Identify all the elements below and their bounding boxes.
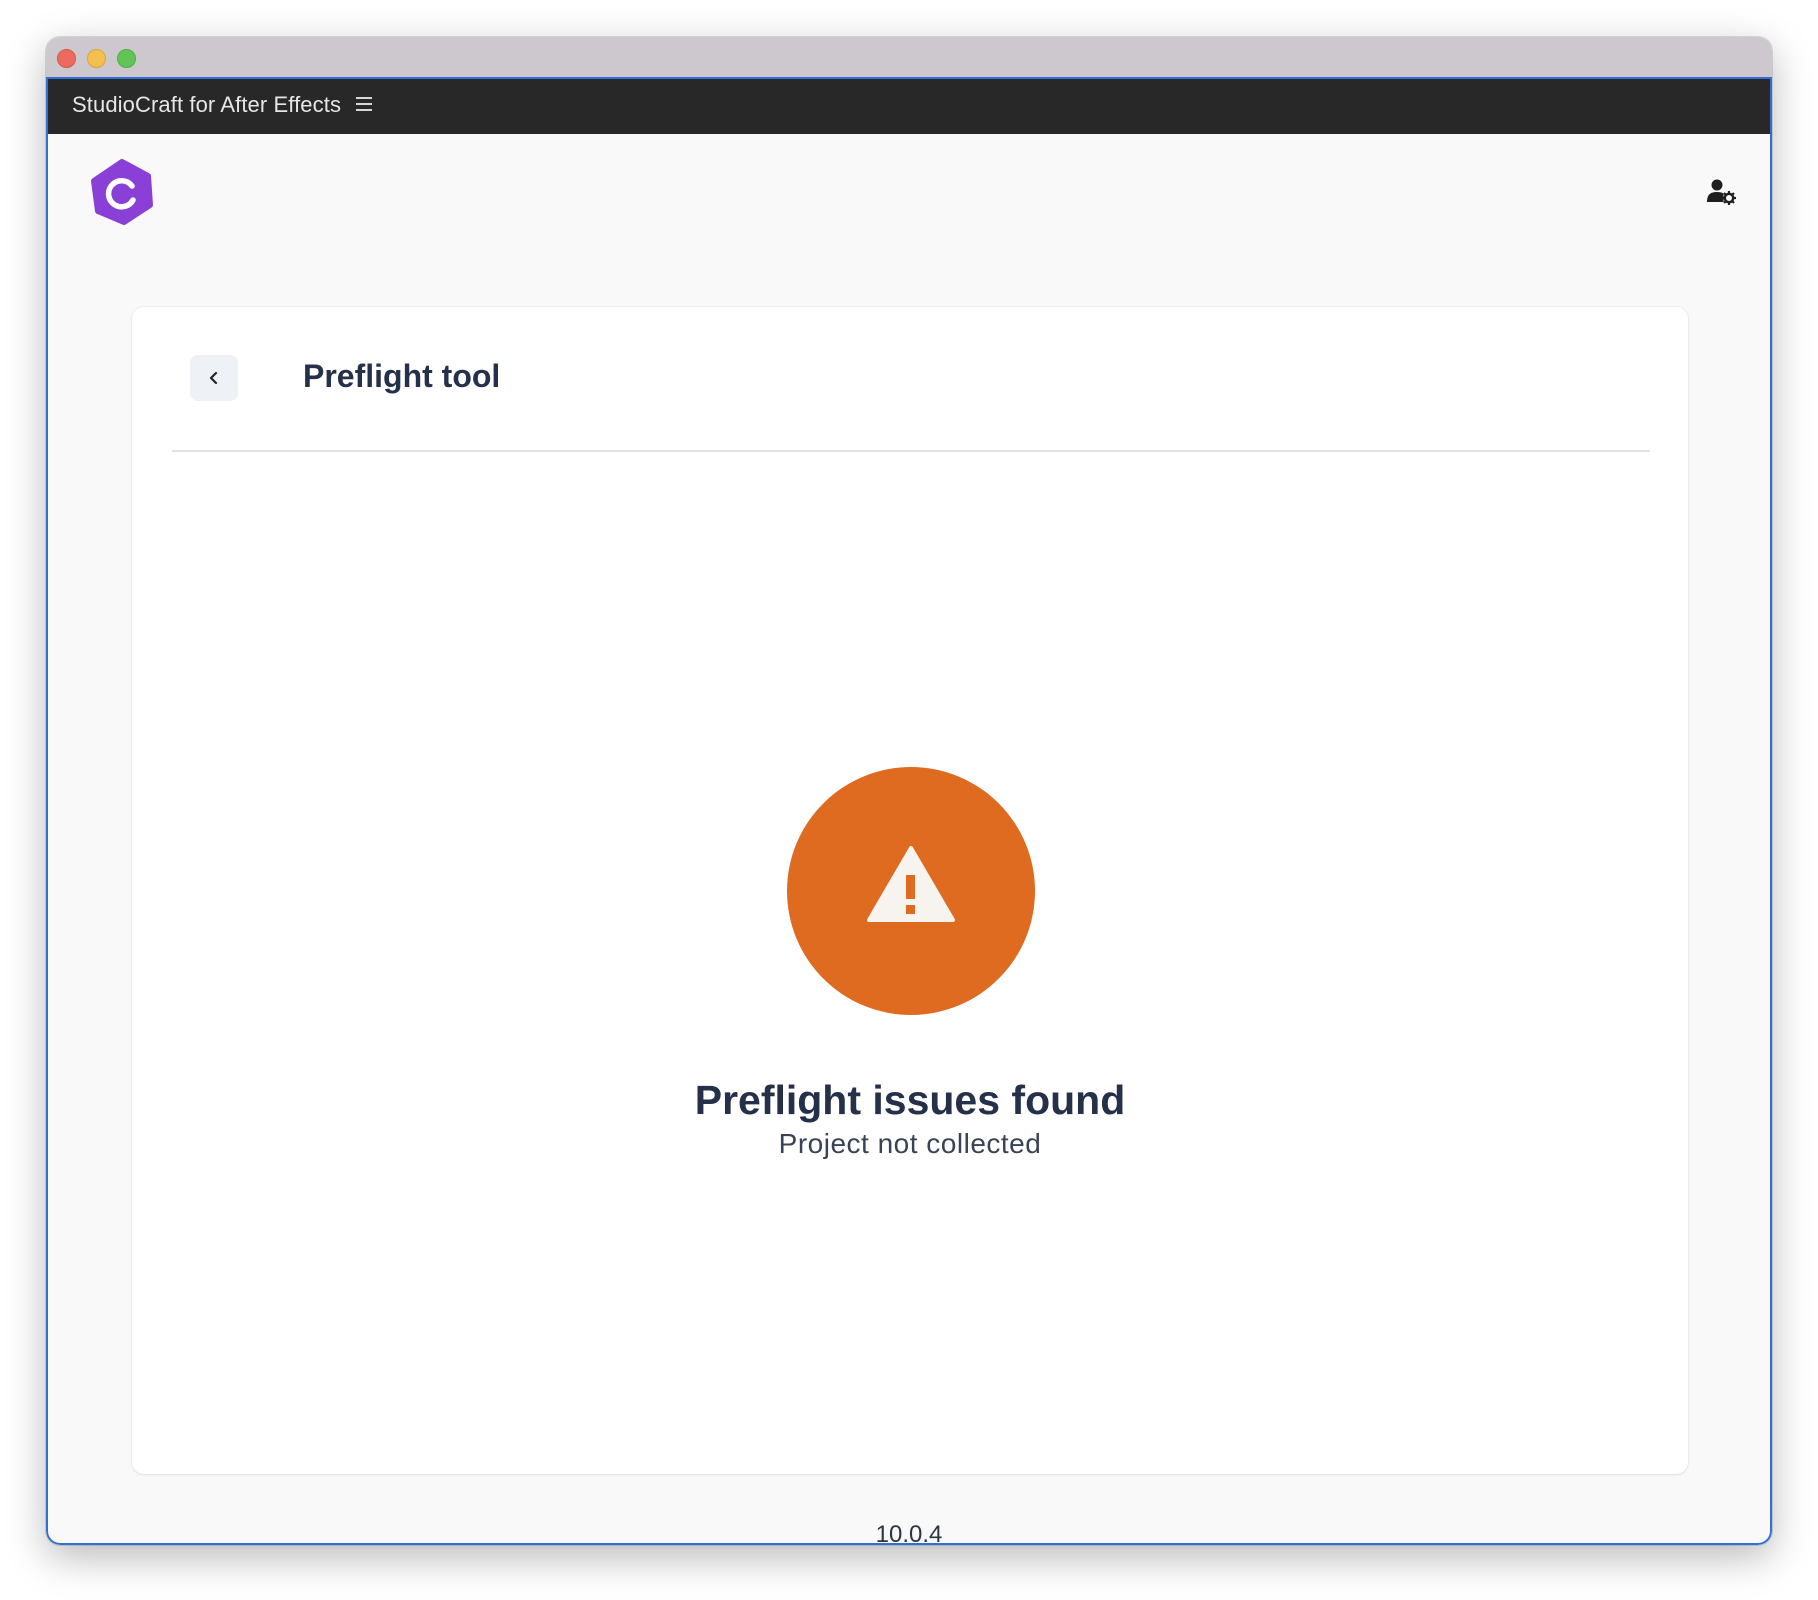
studiocraft-logo-icon	[90, 159, 154, 225]
close-window-button[interactable]	[57, 49, 76, 68]
app-bar: StudioCraft for After Effects	[48, 77, 1770, 134]
app-title: StudioCraft for After Effects	[72, 92, 342, 117]
warning-triangle-icon	[867, 846, 955, 922]
chevron-left-icon	[209, 371, 218, 385]
zoom-window-button[interactable]	[117, 49, 136, 68]
warning-status-badge	[787, 767, 1035, 1015]
window-titlebar[interactable]	[46, 37, 1772, 77]
preflight-card: Preflight tool Preflight issues found Pr…	[132, 307, 1688, 1474]
hamburger-menu-icon[interactable]	[356, 97, 372, 111]
back-button[interactable]	[190, 355, 238, 401]
status-subtitle: Project not collected	[778, 1128, 1042, 1159]
minimize-window-button[interactable]	[87, 49, 106, 68]
extension-panel: StudioCraft for After Effects Preflight …	[46, 77, 1772, 1545]
version-label: 10.0.4	[875, 1521, 943, 1545]
app-window: StudioCraft for After Effects Preflight …	[46, 37, 1772, 1545]
user-settings-icon[interactable]	[1706, 177, 1736, 207]
header-divider	[172, 450, 1650, 452]
page-title: Preflight tool	[303, 358, 501, 394]
status-title: Preflight issues found	[694, 1077, 1126, 1123]
